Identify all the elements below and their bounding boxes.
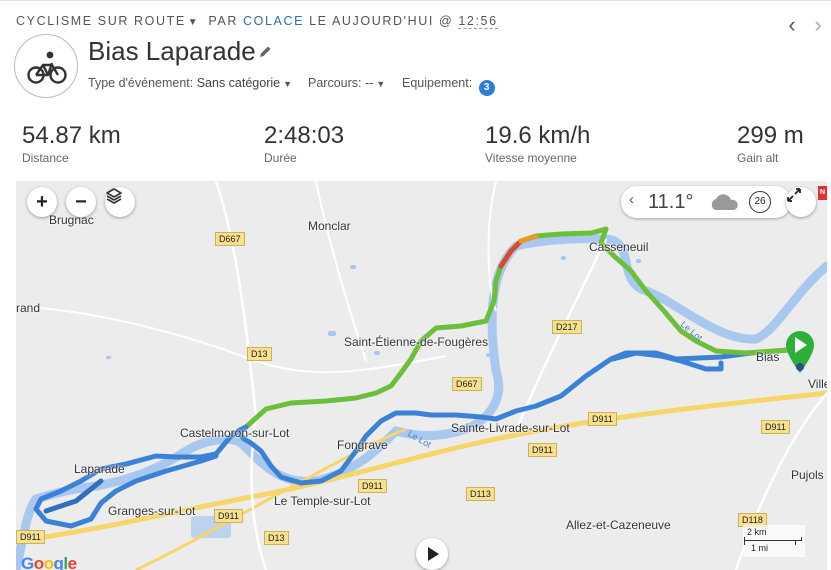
layers-button[interactable] xyxy=(105,187,135,217)
cloud-icon xyxy=(711,194,738,210)
scale-km: 2 km xyxy=(747,527,767,537)
place-label: Sainte-Livrade-sur-Lot xyxy=(451,421,570,435)
start-marker-icon[interactable] xyxy=(784,329,816,375)
course-label: Parcours: xyxy=(308,76,362,90)
sport-type[interactable]: CYCLISME SUR ROUTE xyxy=(16,14,186,28)
stat-label: Gain alt xyxy=(737,151,779,165)
place-label: Granges-sur-Lot xyxy=(108,504,196,518)
edit-icon[interactable] xyxy=(257,44,273,60)
road-label: D13 xyxy=(247,347,272,361)
road-label: D911 xyxy=(16,530,45,544)
chevron-left-icon[interactable]: ‹ xyxy=(629,191,634,208)
place-label: Ville xyxy=(808,377,827,391)
course-selector[interactable]: Parcours: -- ▼ xyxy=(308,76,385,90)
place-label: Fongrave xyxy=(337,438,388,452)
zoom-out-button[interactable]: − xyxy=(66,187,96,217)
event-type-selector[interactable]: Type d'événement: Sans catégorie ▼ xyxy=(88,76,292,90)
date-label: LE AUJOURD'HUI @ xyxy=(309,14,454,28)
stat-duration: 2:48:03 Durée xyxy=(264,122,344,165)
road-label: D911 xyxy=(358,479,387,493)
expand-icon xyxy=(787,188,801,202)
chevron-down-icon: ▼ xyxy=(376,79,386,89)
road-label: D217 xyxy=(552,320,582,334)
road-label: D911 xyxy=(588,412,617,426)
stat-value: 19.6 km/h xyxy=(485,122,591,149)
place-label: Le Temple-sur-Lot xyxy=(274,494,371,508)
stat-value: 299 m xyxy=(737,122,804,149)
scale-mi: 1 mi xyxy=(751,543,769,553)
by-label: PAR xyxy=(208,14,238,28)
place-label: Monclar xyxy=(308,219,351,233)
stat-label: Durée xyxy=(264,151,297,165)
play-route-button[interactable] xyxy=(416,538,448,570)
route-map[interactable]: Brugnac Monclar Casseneuil Saint-Étienne… xyxy=(16,181,827,570)
equipment-selector[interactable]: Equipement: 3 xyxy=(402,76,495,96)
place-label: Pujols xyxy=(791,468,824,482)
fullscreen-button[interactable] xyxy=(786,187,816,217)
road-label: D667 xyxy=(215,232,245,246)
place-label: rand xyxy=(16,301,41,315)
road-label: D911 xyxy=(214,509,243,523)
google-logo: Google xyxy=(21,554,77,570)
road-label: D911 xyxy=(528,443,557,457)
next-activity-button[interactable]: › xyxy=(809,12,827,38)
course-value: -- xyxy=(364,76,374,90)
play-icon xyxy=(428,547,439,561)
place-label: Casseneuil xyxy=(589,240,649,254)
previous-activity-button[interactable]: ‹ xyxy=(783,12,801,38)
zoom-in-button[interactable]: + xyxy=(27,187,57,217)
stat-avg-speed: 19.6 km/h Vitesse moyenne xyxy=(485,122,590,165)
stat-label: Distance xyxy=(22,151,69,165)
activity-time[interactable]: 12:56 xyxy=(458,14,498,29)
weather-temperature: 11.1° xyxy=(648,191,694,213)
bike-icon xyxy=(14,34,78,98)
equipment-label: Equipement: xyxy=(402,76,473,90)
map-corner-badge: N xyxy=(818,186,827,200)
stat-elevation-gain: 299 m Gain alt xyxy=(737,122,804,165)
activity-header: CYCLISME SUR ROUTE ▼ PAR COLACE LE AUJOUR… xyxy=(16,14,498,29)
place-label: Bias xyxy=(756,350,780,364)
layers-icon xyxy=(106,188,122,204)
stat-distance: 54.87 km Distance xyxy=(22,122,121,165)
place-label: Allez-et-Cazeneuve xyxy=(566,518,671,532)
weather-widget[interactable]: ‹ 11.1° 26 xyxy=(621,186,791,218)
road-label: D13 xyxy=(264,531,289,545)
road-label: D911 xyxy=(761,420,790,434)
equipment-count-badge[interactable]: 3 xyxy=(478,80,495,96)
stat-value: 54.87 km xyxy=(22,122,121,149)
chevron-down-icon: ▼ xyxy=(283,79,293,89)
place-label: Laparade xyxy=(74,462,125,476)
author-link[interactable]: COLACE xyxy=(243,14,304,28)
wind-speed: 26 xyxy=(749,191,771,213)
place-label: Castelmoron-sur-Lot xyxy=(180,426,290,440)
map-scale: 2 km 1 mi xyxy=(743,525,805,557)
event-type-value: Sans catégorie xyxy=(196,76,281,90)
place-label: Saint-Étienne-de-Fougères xyxy=(344,335,489,349)
road-label: D113 xyxy=(466,487,495,501)
activity-title: Bias Laparade xyxy=(88,36,256,66)
event-type-label: Type d'événement: xyxy=(88,76,194,90)
top-border xyxy=(0,0,831,1)
chevron-down-icon[interactable]: ▼ xyxy=(188,17,200,28)
stat-label: Vitesse moyenne xyxy=(485,151,577,165)
road-label: D667 xyxy=(452,377,482,391)
stat-value: 2:48:03 xyxy=(264,122,345,149)
